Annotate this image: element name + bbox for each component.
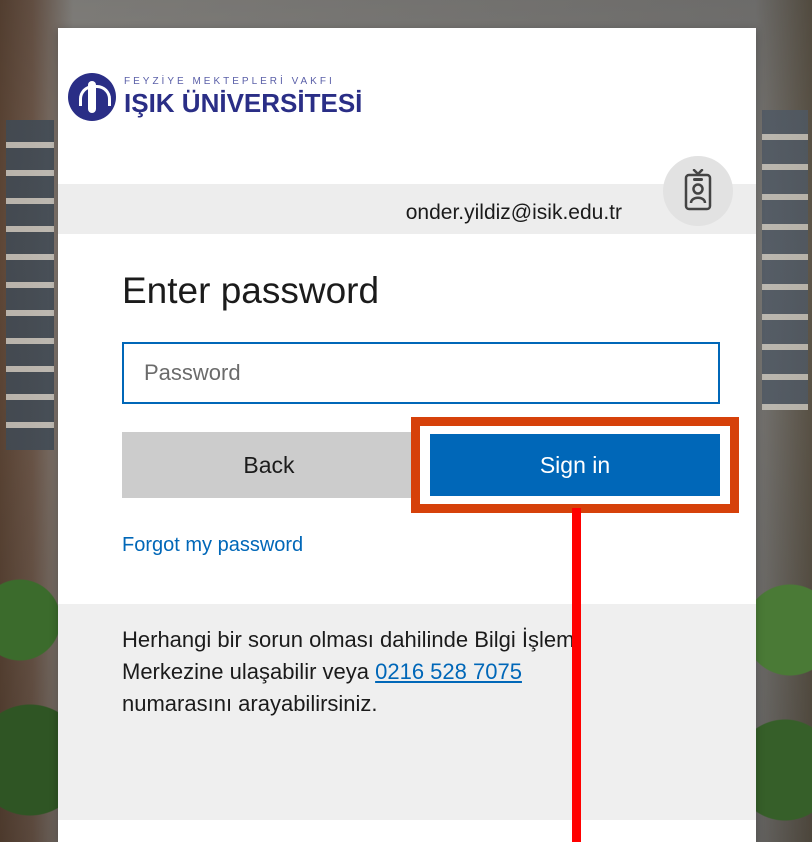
identity-bar: onder.yildiz@isik.edu.tr — [58, 156, 756, 234]
torch-emblem-icon — [68, 73, 116, 121]
password-field[interactable] — [122, 342, 720, 404]
logo-university-name: IŞIK ÜNİVERSİTESİ — [124, 88, 363, 118]
id-badge-svg — [684, 169, 712, 211]
page-heading: Enter password — [122, 270, 380, 311]
logo-tagline: FEYZİYE MEKTEPLERİ VAKFI — [124, 76, 335, 87]
background-building-right — [762, 110, 808, 410]
account-email: onder.yildiz@isik.edu.tr — [405, 201, 622, 224]
id-badge-icon — [663, 156, 733, 226]
sign-in-button[interactable]: Sign in — [430, 434, 720, 496]
university-logo: FEYZİYE MEKTEPLERİ VAKFI IŞIK ÜNİVERSİTE… — [68, 66, 362, 128]
help-text-after: numarasını arayabilirsiniz. — [122, 691, 378, 716]
annotation-pointer — [572, 508, 581, 842]
help-footer: Herhangi bir sorun olması dahilinde Bilg… — [58, 604, 756, 820]
background-building-left — [6, 120, 54, 450]
back-button[interactable]: Back — [122, 432, 416, 498]
forgot-password-link[interactable]: Forgot my password — [122, 534, 303, 557]
phone-number-link[interactable]: 0216 528 7075 — [375, 659, 522, 684]
help-text: Herhangi bir sorun olması dahilinde Bilg… — [122, 624, 622, 720]
logo-text: FEYZİYE MEKTEPLERİ VAKFI IŞIK ÜNİVERSİTE… — [124, 76, 362, 118]
